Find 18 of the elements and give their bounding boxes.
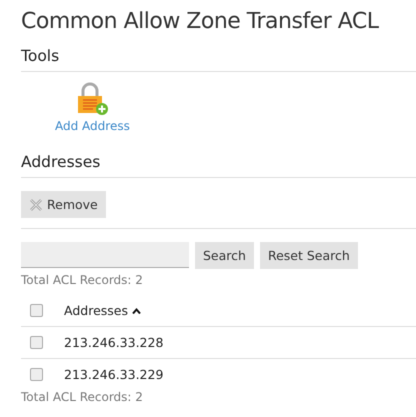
record-count: Total ACL Records: 2 xyxy=(21,390,144,404)
section-heading: Tools xyxy=(21,45,416,72)
column-header[interactable]: Addresses xyxy=(64,303,141,318)
add-address-link[interactable]: Add Address xyxy=(55,82,130,146)
section-heading: Addresses xyxy=(21,151,416,178)
row-checkbox[interactable] xyxy=(30,336,43,349)
page-title: Common Allow Zone Transfer ACL xyxy=(21,8,380,36)
remove-button[interactable]: Remove xyxy=(21,191,106,218)
table-cell: 213.246.33.229 xyxy=(64,367,164,382)
close-icon xyxy=(29,198,43,212)
record-count: Total ACL Records: 2 xyxy=(21,273,144,287)
row-checkbox[interactable] xyxy=(30,368,43,381)
reset-search-button[interactable]: Reset Search xyxy=(260,242,358,269)
lock-add-icon xyxy=(75,82,110,116)
select-all-checkbox[interactable] xyxy=(30,304,43,317)
table-cell: 213.246.33.228 xyxy=(64,335,164,350)
search-field[interactable] xyxy=(21,242,189,268)
search-button[interactable]: Search xyxy=(195,242,254,269)
